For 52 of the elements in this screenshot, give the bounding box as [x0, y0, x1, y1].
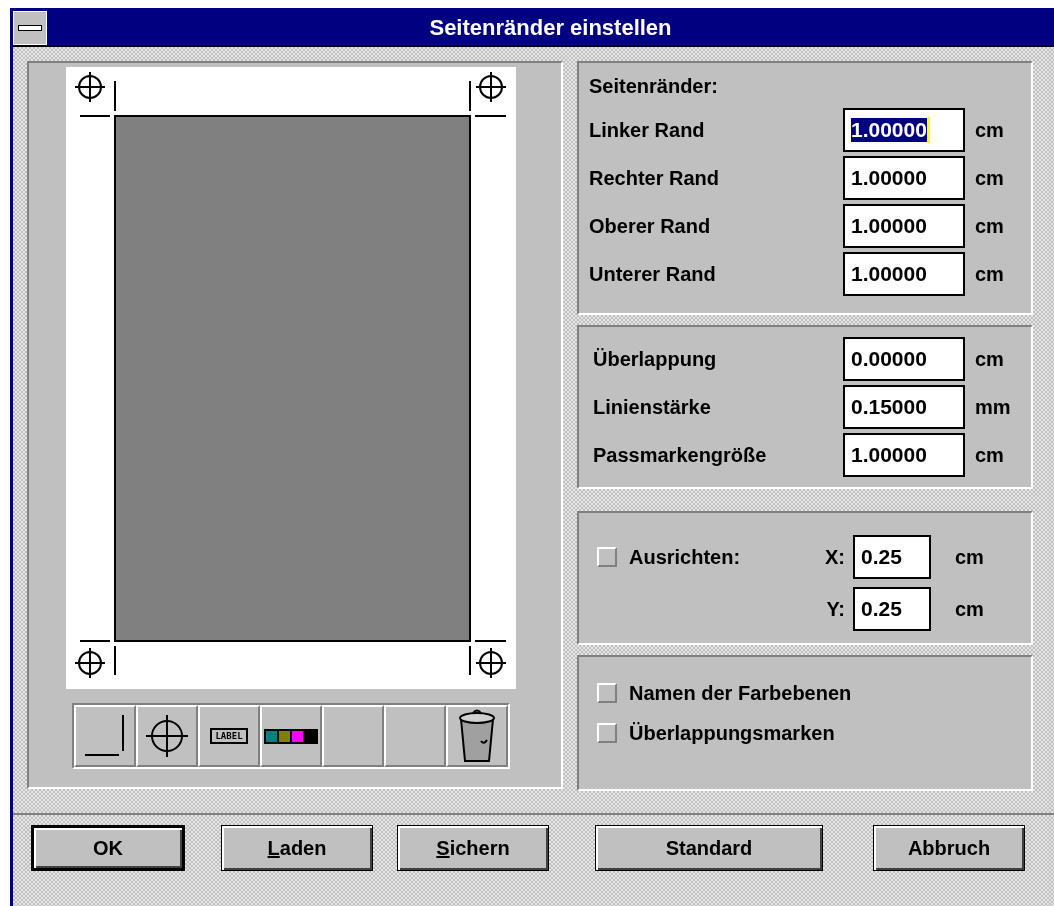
- crosshair-icon: [144, 713, 190, 759]
- trash-can-icon: [457, 707, 497, 765]
- checkbox[interactable]: [597, 547, 617, 567]
- registration-mark-tool[interactable]: [136, 705, 198, 767]
- checkbox[interactable]: [597, 723, 617, 743]
- unit-label: cm: [974, 166, 1005, 190]
- checkbox-label: Ausrichten:: [629, 545, 742, 569]
- unit-label: cm: [974, 214, 1005, 238]
- unit-label: cm: [954, 597, 985, 621]
- field-label: Oberer Rand: [589, 214, 712, 238]
- field-label: X:: [824, 545, 846, 569]
- checkbox-label: Überlappungsmarken: [629, 721, 836, 745]
- color-bar-tool[interactable]: [260, 705, 322, 767]
- input-field[interactable]: 1.00000: [843, 252, 965, 296]
- dialog-button[interactable]: Sichern: [397, 825, 549, 871]
- field-label: Linienstärke: [593, 395, 712, 419]
- field-label: Unterer Rand: [589, 262, 717, 286]
- input-field[interactable]: 0.25: [853, 535, 931, 579]
- crop-mark-tool[interactable]: [74, 705, 136, 767]
- input-field[interactable]: 1.00000: [843, 204, 965, 248]
- input-field[interactable]: 0.25: [853, 587, 931, 631]
- field-label: Überlappung: [593, 347, 718, 371]
- unit-label: cm: [974, 347, 1005, 371]
- label-tool[interactable]: LABEL: [198, 705, 260, 767]
- unit-label: cm: [974, 118, 1005, 142]
- section-heading: Seitenränder:: [589, 75, 719, 98]
- window-title: Seitenränder einstellen: [428, 14, 673, 42]
- checkbox[interactable]: [597, 683, 617, 703]
- unit-label: cm: [974, 443, 1005, 467]
- field-label: Y:: [825, 597, 846, 621]
- field-label: Passmarkengröße: [593, 443, 768, 467]
- trash-tool[interactable]: [446, 705, 508, 767]
- unit-label: cm: [954, 545, 985, 569]
- color-bar-icon: [264, 728, 318, 744]
- input-field[interactable]: 1.00000: [843, 108, 965, 152]
- system-menu-button[interactable]: [13, 11, 47, 45]
- dialog-button[interactable]: Abbruch: [873, 825, 1025, 871]
- field-label: Linker Rand: [589, 118, 706, 142]
- input-field[interactable]: 0.00000: [843, 337, 965, 381]
- empty-tool-slot[interactable]: [384, 705, 446, 767]
- unit-label: mm: [974, 395, 1012, 419]
- input-field[interactable]: 0.15000: [843, 385, 965, 429]
- dialog-button[interactable]: Laden: [221, 825, 373, 871]
- checkbox-label: Namen der Farbebenen: [629, 681, 853, 705]
- unit-label: cm: [974, 262, 1005, 286]
- input-field[interactable]: 1.00000: [843, 156, 965, 200]
- dialog-button[interactable]: OK: [31, 825, 185, 871]
- empty-tool-slot[interactable]: [322, 705, 384, 767]
- input-field[interactable]: 1.00000: [843, 433, 965, 477]
- crop-mark-icon: [83, 713, 127, 759]
- field-label: Rechter Rand: [589, 166, 721, 190]
- dialog-button[interactable]: Standard: [595, 825, 823, 871]
